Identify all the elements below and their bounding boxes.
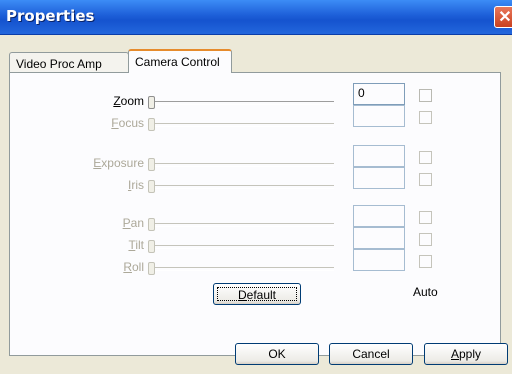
zoom-auto-checkbox[interactable] [419, 89, 432, 102]
zoom-slider-thumb[interactable] [148, 96, 155, 109]
ok-button[interactable]: OK [235, 343, 319, 365]
roll-value-field [353, 249, 405, 271]
focus-auto-checkbox [419, 111, 432, 124]
default-button-label: Default [217, 287, 297, 302]
focus-value-field [353, 105, 405, 127]
pan-auto-checkbox [419, 211, 432, 224]
roll-slider-thumb [148, 262, 155, 275]
camera-control-panel: Zoom 0 Focus Exposure Iris Pan Tilt Roll… [9, 72, 501, 356]
tab-label: Video Proc Amp [16, 57, 102, 71]
tilt-label: Tilt [128, 238, 144, 252]
auto-column-label: Auto [413, 285, 438, 299]
tilt-auto-checkbox [419, 233, 432, 246]
roll-auto-checkbox [419, 255, 432, 268]
control-row-pan: Pan [10, 205, 500, 234]
pan-label: Pan [122, 216, 144, 230]
apply-button-label: Apply [450, 347, 482, 361]
exposure-slider-thumb [148, 158, 155, 171]
tab-camera-control[interactable]: Camera Control [128, 49, 232, 73]
focus-label: Focus [111, 116, 144, 130]
close-icon: ✕ [498, 9, 512, 26]
zoom-label: Zoom [113, 94, 144, 108]
pan-slider-track [154, 223, 334, 227]
focus-slider-track [154, 123, 334, 127]
dialog-body: Video Proc Amp Camera Control Zoom 0 Foc… [0, 35, 512, 374]
control-row-focus: Focus [10, 105, 500, 134]
pan-value-field [353, 205, 405, 227]
exposure-slider-track [154, 163, 334, 167]
iris-slider-thumb [148, 180, 155, 193]
roll-slider-track [154, 267, 334, 271]
iris-auto-checkbox [419, 173, 432, 186]
control-row-zoom: Zoom 0 [10, 83, 500, 112]
exposure-value-field [353, 145, 405, 167]
default-button[interactable]: Default [213, 283, 301, 305]
tilt-slider-thumb [148, 240, 155, 253]
close-button[interactable]: ✕ [494, 6, 512, 28]
control-row-roll: Roll [10, 249, 500, 278]
apply-button[interactable]: Apply [424, 343, 508, 365]
roll-label: Roll [123, 260, 144, 274]
zoom-slider-track[interactable] [154, 101, 334, 105]
iris-value-field [353, 167, 405, 189]
zoom-value-field[interactable]: 0 [353, 83, 405, 105]
control-row-iris: Iris [10, 167, 500, 196]
control-row-exposure: Exposure [10, 145, 500, 174]
tilt-slider-track [154, 245, 334, 249]
window-title: Properties [6, 7, 95, 25]
title-bar[interactable]: Properties ✕ [0, 0, 512, 35]
focus-slider-thumb [148, 118, 155, 131]
ok-button-label: OK [268, 347, 286, 361]
iris-slider-track [154, 185, 334, 189]
tab-video-proc-amp[interactable]: Video Proc Amp [9, 52, 129, 72]
tilt-value-field [353, 227, 405, 249]
exposure-label: Exposure [93, 156, 144, 170]
pan-slider-thumb [148, 218, 155, 231]
exposure-auto-checkbox [419, 151, 432, 164]
iris-label: Iris [127, 178, 144, 192]
control-row-tilt: Tilt [10, 227, 500, 256]
tab-label: Camera Control [135, 55, 220, 69]
cancel-button-label: Cancel [352, 347, 390, 361]
cancel-button[interactable]: Cancel [329, 343, 413, 365]
